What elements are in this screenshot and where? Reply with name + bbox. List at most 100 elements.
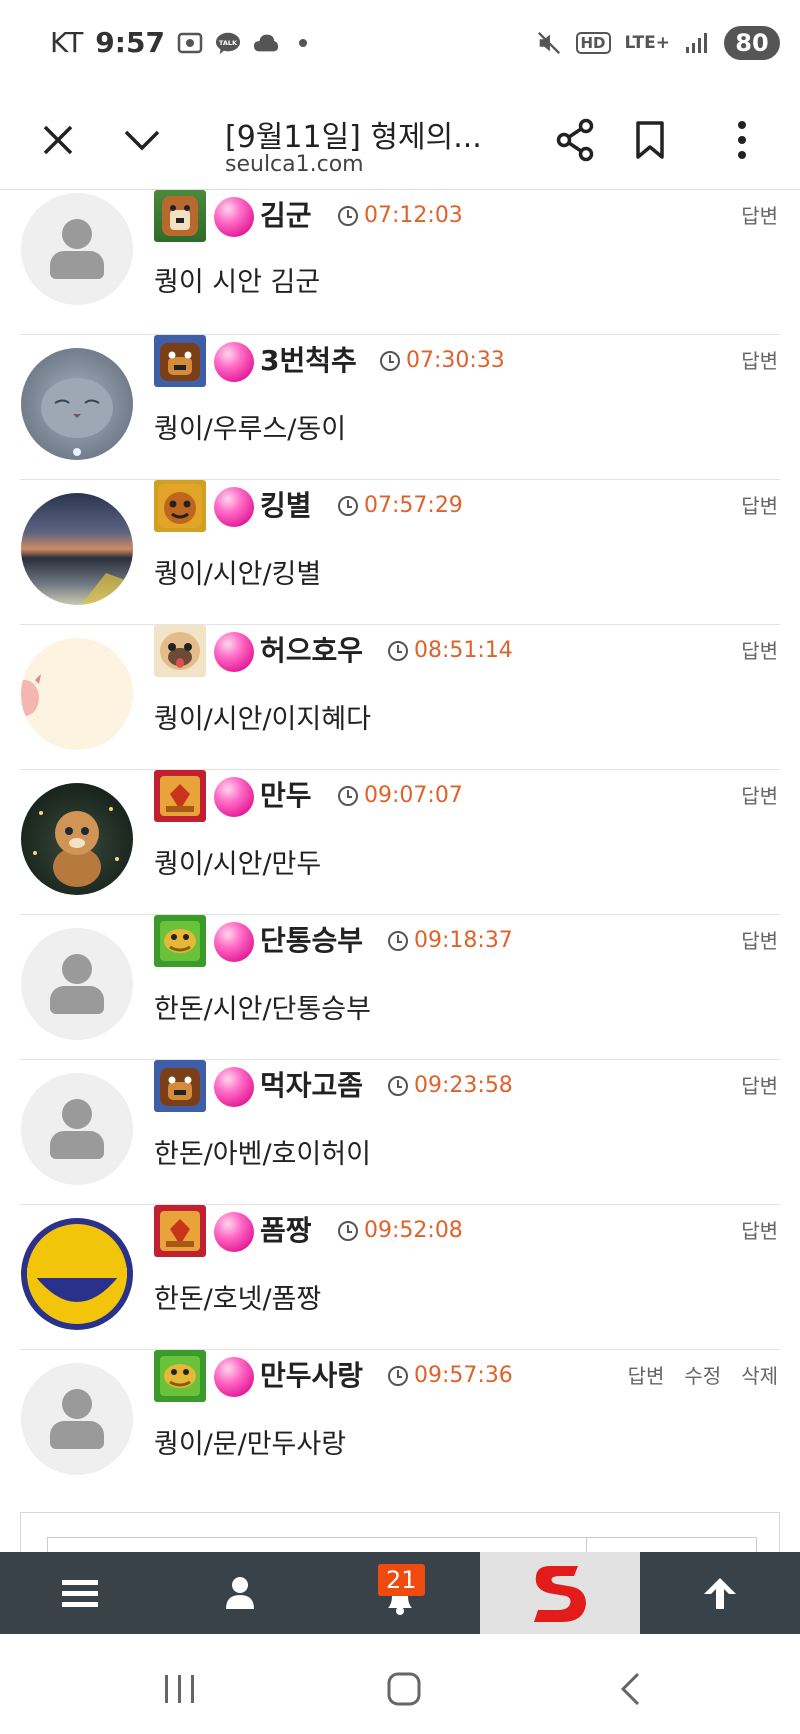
avatar[interactable] [21,928,133,1040]
talk-icon: TALK [215,30,241,56]
gem-icon [214,342,254,382]
clock-icon [338,1220,358,1241]
comment-nickname[interactable]: 3번척추 [260,339,357,379]
clock-icon [388,640,408,661]
delete-button[interactable]: 삭제 [741,1360,778,1389]
gem-icon [214,1067,254,1107]
comment-item: 만두 09:07:07 답변 퀑이/시안/만두 [20,770,780,915]
home-button[interactable] [374,1664,434,1714]
comment-time: 09:07:07 [338,783,463,808]
comment-nickname[interactable]: 허으호우 [260,629,363,669]
back-button[interactable] [600,1664,660,1714]
page-url[interactable]: seulca1.com [225,152,364,177]
minimize-button[interactable] [112,110,172,170]
reply-button[interactable]: 답변 [628,1360,665,1389]
avatar[interactable] [21,348,133,460]
comment-nickname[interactable]: 먹자고좀 [260,1064,363,1104]
network-type: LTE+ [624,33,670,53]
notification-dot-icon [298,38,307,47]
share-button[interactable] [545,110,605,170]
comment-item: 먹자고좀 09:23:58 답변 한돈/아벤/호이허이 [20,1060,780,1205]
comment-time: 07:12:03 [338,203,463,228]
site-logo-icon [534,1566,586,1622]
notification-count-badge: 21 [378,1564,425,1596]
reply-button[interactable]: 답변 [741,635,778,664]
default-user-icon [21,193,133,305]
user-icon [226,1577,254,1609]
level-badge-icon [154,190,206,242]
comment-item: 만두사랑 09:57:36 답변 수정 삭제 퀑이/문/만두사랑 [20,1350,780,1495]
comment-time: 09:23:58 [388,1073,513,1098]
reply-button[interactable]: 답변 [741,345,778,374]
comment-text: 퀑이 시안 김군 [154,267,321,298]
reply-button[interactable]: 답변 [741,780,778,809]
menu-button[interactable] [0,1552,160,1634]
comment-text: 한돈/아벤/호이허이 [154,1139,371,1170]
svg-text:TALK: TALK [219,38,238,46]
notifications-button[interactable]: 21 [320,1552,480,1634]
avatar[interactable] [21,1218,133,1330]
close-icon [43,125,73,155]
close-tab-button[interactable] [28,110,88,170]
comment-nickname[interactable]: 폼짱 [260,1209,312,1249]
comment-text: 퀑이/시안/킹별 [154,559,322,590]
comment-text: 한돈/시안/단통승부 [154,994,371,1025]
reply-button[interactable]: 답변 [741,925,778,954]
more-menu-button[interactable] [712,110,772,170]
comment-time: 09:57:36 [388,1363,513,1388]
comment-item: 김군 07:12:03 답변 퀑이 시안 김군 [20,190,780,335]
avatar[interactable] [21,193,133,305]
profile-button[interactable] [160,1552,320,1634]
default-user-icon [21,1073,133,1185]
level-badge-icon [154,770,206,822]
gem-icon [214,487,254,527]
recent-apps-icon [165,1675,194,1703]
avatar[interactable] [21,638,133,750]
comment-nickname[interactable]: 만두사랑 [260,1354,363,1394]
page-title[interactable]: [9월11일] 형제의... [225,112,525,156]
bookmark-button[interactable] [620,110,680,170]
gem-icon [214,777,254,817]
comment-item: 폼짱 09:52:08 답변 한돈/호넷/폼짱 [20,1205,780,1350]
comment-nickname[interactable]: 단통승부 [260,919,363,959]
edit-button[interactable]: 수정 [684,1360,721,1389]
comment-time: 07:57:29 [338,493,463,518]
avatar[interactable] [21,783,133,895]
reply-button[interactable]: 답변 [741,1215,778,1244]
reply-button[interactable]: 답변 [741,1070,778,1099]
comment-nickname[interactable]: 김군 [260,194,312,234]
carrier-label: KT [50,26,84,59]
more-vertical-icon [738,121,746,159]
avatar[interactable] [21,1363,133,1475]
clock-icon [388,1365,408,1386]
comment-nickname[interactable]: 킹별 [260,484,312,524]
level-badge-icon [154,915,206,967]
comment-time: 09:18:37 [388,928,513,953]
system-nav-bar [0,1634,800,1734]
reply-button[interactable]: 답변 [741,490,778,519]
gem-icon [214,1357,254,1397]
avatar[interactable] [21,493,133,605]
comment-nickname[interactable]: 만두 [260,774,312,814]
scroll-top-button[interactable] [640,1552,800,1634]
reply-button[interactable]: 답변 [741,200,778,229]
comment-list: 김군 07:12:03 답변 퀑이 시안 김군 3번척추 07:30:33 답변… [0,190,800,1552]
chevron-down-icon [124,130,160,151]
comment-item: 단통승부 09:18:37 답변 한돈/시안/단통승부 [20,915,780,1060]
battery-indicator: 80 [724,26,780,60]
default-user-icon [21,1363,133,1475]
sunset-photo [81,573,133,605]
gem-icon [214,197,254,237]
level-badge-icon [154,625,206,677]
arrow-up-icon [704,1578,736,1609]
gem-icon [214,1212,254,1252]
site-logo-button[interactable] [480,1552,640,1634]
screenshot-icon [177,30,203,56]
avatar[interactable] [21,1073,133,1185]
recent-apps-button[interactable] [150,1664,210,1714]
smiley-photo [27,1224,127,1324]
comment-item: 킹별 07:57:29 답변 퀑이/시안/킹별 [20,480,780,625]
level-badge-icon [154,335,206,387]
cloud-icon [253,30,279,56]
bookmark-icon [636,121,664,159]
